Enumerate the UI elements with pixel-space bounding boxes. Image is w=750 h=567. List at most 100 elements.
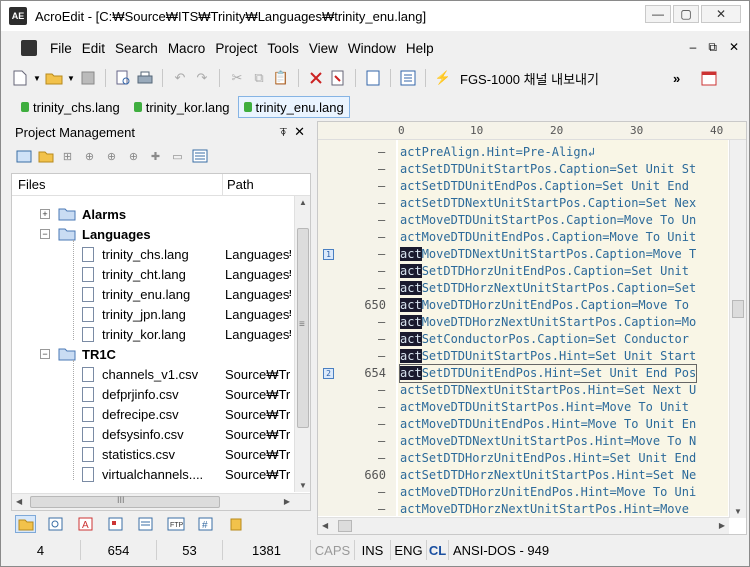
status-encoding[interactable]: ANSI-DOS - 949 — [449, 540, 559, 560]
code-line[interactable]: actSetDTDHorzUnitEndPos.Caption=Set Unit — [400, 263, 689, 280]
new-file-icon[interactable] — [11, 69, 29, 87]
editor-horizontal-scrollbar[interactable]: ◀ ▶ — [318, 517, 729, 534]
document-icon[interactable] — [364, 69, 382, 87]
tree-file[interactable]: defrecipe.csv Source₩Tri — [12, 404, 294, 424]
properties-icon[interactable] — [191, 148, 208, 164]
tree-file[interactable]: trinity_cht.lang Languages₩ — [12, 264, 294, 284]
print-icon[interactable] — [136, 69, 154, 87]
code-line[interactable]: actSetConductorPos.Caption=Set Conductor — [400, 331, 689, 348]
code-line[interactable]: actMoveDTDNextUnitStartPos.Caption=Move … — [400, 246, 696, 263]
toolbar-overflow-button[interactable]: » — [673, 71, 680, 86]
mark-icon[interactable] — [307, 69, 325, 87]
paste-icon[interactable]: 📋 — [272, 69, 290, 87]
tab-output-icon[interactable] — [135, 515, 156, 533]
dropdown-arrow-icon[interactable]: ▼ — [33, 69, 41, 87]
scroll-right-icon[interactable]: ▶ — [284, 497, 290, 506]
expand-icon[interactable]: + — [40, 209, 50, 219]
tree-file[interactable]: statistics.csv Source₩Tri — [12, 444, 294, 464]
maximize-button[interactable]: ▢ — [673, 5, 699, 23]
tree-file[interactable]: defsysinfo.csv Source₩Tri — [12, 424, 294, 444]
code-line[interactable]: actMoveDTDUnitEndPos.Caption=Move To Uni… — [400, 229, 696, 246]
gutter-line[interactable]: – — [318, 178, 394, 195]
gutter-line[interactable]: – — [318, 399, 394, 416]
code-line[interactable]: actMoveDTDUnitStartPos.Hint=Move To Unit — [400, 399, 689, 416]
code-line[interactable]: actSetDTDUnitEndPos.Caption=Set Unit End — [400, 178, 689, 195]
gutter-line[interactable]: – — [318, 450, 394, 467]
gutter-line[interactable]: – — [318, 416, 394, 433]
macro-label[interactable]: FGS-1000 채널 내보내기 — [460, 69, 599, 88]
gutter-line[interactable]: – — [318, 212, 394, 229]
tab-trinity-chs[interactable]: trinity_chs.lang — [15, 96, 126, 118]
code-text-area[interactable]: actPreAlign.Hint=Pre-Align↲ actSetDTDUnit… — [398, 140, 728, 516]
add-all-icon[interactable]: ✚ — [147, 148, 164, 164]
scrollbar-thumb[interactable] — [338, 520, 352, 532]
remove-icon[interactable]: ▭ — [169, 148, 186, 164]
code-line[interactable]: actSetDTDNextUnitStartPos.Hint=Set Next … — [400, 382, 696, 399]
code-line[interactable]: actSetDTDUnitStartPos.Hint=Set Unit Star… — [400, 348, 696, 365]
menu-file[interactable]: File — [45, 41, 77, 56]
code-line[interactable]: actMoveDTDHorzUnitEndPos.Caption=Move To — [400, 297, 689, 314]
scroll-right-icon[interactable]: ▶ — [719, 521, 725, 530]
code-line[interactable]: actMoveDTDUnitStartPos.Caption=Move To U… — [400, 212, 696, 229]
open-folder-icon[interactable] — [45, 69, 63, 87]
gutter-line[interactable]: – — [318, 501, 394, 518]
tree-horizontal-scrollbar[interactable]: ◀ III ▶ — [12, 493, 310, 510]
mdi-close-button[interactable]: ✕ — [729, 40, 739, 55]
code-line[interactable]: actSetDTDHorzUnitEndPos.Hint=Set Unit En… — [400, 450, 696, 467]
menu-tools[interactable]: Tools — [262, 41, 304, 56]
gutter-line[interactable]: – — [318, 161, 394, 178]
tree-file[interactable]: defprjinfo.csv Source₩Tri — [12, 384, 294, 404]
code-line[interactable]: actMoveDTDHorzUnitEndPos.Hint=Move To Un… — [400, 484, 696, 501]
tree-file[interactable]: trinity_jpn.lang Languages₩ — [12, 304, 294, 324]
collapse-icon[interactable]: − — [40, 229, 50, 239]
bookmark-icon[interactable]: 2 — [323, 368, 334, 379]
save-icon[interactable] — [79, 69, 97, 87]
status-ins[interactable]: INS — [355, 540, 391, 560]
gutter-line[interactable]: – — [318, 280, 394, 297]
gutter-line[interactable]: – — [318, 263, 394, 280]
editor-vertical-scrollbar[interactable]: ▼ — [729, 140, 746, 518]
gutter-line[interactable]: – — [318, 331, 394, 348]
tab-trinity-kor[interactable]: trinity_kor.lang — [128, 96, 236, 118]
column-header-files[interactable]: Files — [18, 177, 45, 192]
tab-text-icon[interactable]: A — [75, 515, 96, 533]
scrollbar-thumb[interactable] — [732, 300, 744, 318]
tree-file[interactable]: channels_v1.csv Source₩Tri — [12, 364, 294, 384]
gutter-line[interactable]: 2 654 — [318, 365, 394, 382]
tab-ftp-icon[interactable]: FTP — [165, 515, 186, 533]
tab-clipboard-icon[interactable] — [225, 515, 246, 533]
redo-icon[interactable]: ↷ — [193, 69, 211, 87]
tree-folder[interactable]: + Alarms — [12, 204, 294, 224]
tab-project-icon[interactable] — [15, 515, 36, 533]
list-view-icon[interactable] — [399, 69, 417, 87]
line-number-gutter[interactable]: – – – – – –1– – –650– – –2 654– – – – –660– – — [318, 140, 396, 516]
gutter-line[interactable]: – — [318, 433, 394, 450]
menu-window[interactable]: Window — [343, 41, 401, 56]
menu-view[interactable]: View — [304, 41, 343, 56]
add-folder-icon[interactable]: ⊞ — [59, 148, 76, 164]
code-line[interactable]: actSetDTDNextUnitStartPos.Caption=Set Ne… — [400, 195, 696, 212]
undo-icon[interactable]: ↶ — [171, 69, 189, 87]
print-preview-icon[interactable] — [114, 69, 132, 87]
tree-file[interactable]: trinity_kor.lang Languages₩ — [12, 324, 294, 344]
mark-next-icon[interactable] — [329, 69, 347, 87]
menu-search[interactable]: Search — [110, 41, 163, 56]
menu-help[interactable]: Help — [401, 41, 439, 56]
bookmark-icon[interactable]: 1 — [323, 249, 334, 260]
code-line[interactable]: actSetDTDHorzNextUnitStartPos.Caption=Se… — [400, 280, 696, 297]
code-line[interactable]: actSetDTDUnitStartPos.Caption=Set Unit S… — [400, 161, 696, 178]
column-header-path[interactable]: Path — [222, 174, 254, 196]
cut-icon[interactable]: ✂ — [228, 69, 246, 87]
gutter-line[interactable]: 1– — [318, 246, 394, 263]
menu-project[interactable]: Project — [210, 41, 262, 56]
tree-file[interactable]: trinity_enu.lang Languages₩ — [12, 284, 294, 304]
scroll-left-icon[interactable]: ◀ — [16, 497, 22, 506]
code-line[interactable]: actMoveDTDNextUnitStartPos.Hint=Move To … — [400, 433, 696, 450]
dropdown-arrow-icon[interactable]: ▼ — [67, 69, 75, 87]
document-menu-icon[interactable] — [21, 40, 37, 56]
tab-clip-icon[interactable] — [105, 515, 126, 533]
add-files-icon[interactable]: ⊕ — [103, 148, 120, 164]
gutter-line[interactable]: 650 — [318, 297, 394, 314]
tab-search-icon[interactable] — [45, 515, 66, 533]
add-open-files-icon[interactable]: ⊕ — [125, 148, 142, 164]
